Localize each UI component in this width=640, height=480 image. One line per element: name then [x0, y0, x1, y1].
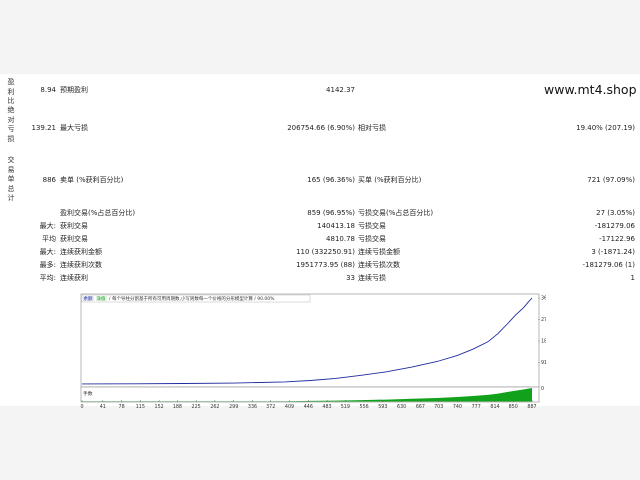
x-tick-label: 409 — [285, 404, 294, 410]
report-panel: www.mt4.shop 盈利比 绝对亏损 交易单总计 8.94 预期盈利 41… — [0, 74, 640, 410]
x-tick-label: 556 — [360, 404, 369, 410]
stats-row-prefix: 平均 — [42, 235, 56, 243]
stats-row-label2: 连续亏损次数 — [358, 261, 400, 269]
stats-row-label: 获利交易 — [60, 222, 88, 230]
side-label-total-trades: 交易单总计 — [7, 156, 15, 202]
stats-row-value: 110 (332250.91) — [296, 248, 355, 256]
stats-row-value: 1951773.95 (88) — [296, 261, 355, 269]
stats-row-label2: 连续亏损 — [358, 274, 386, 282]
x-tick-label: 777 — [472, 404, 481, 410]
stats-row-label: 获利交易 — [60, 235, 88, 243]
y-tick-label: 916464 — [541, 360, 546, 366]
stats-row-value: 859 (96.95%) — [307, 209, 355, 217]
x-tick-label: 887 — [527, 404, 536, 410]
legend-tab-balance-label: 余额 — [84, 295, 93, 302]
y-tick-label: 3665857 — [541, 296, 546, 302]
side-label-profit-ratio: 盈利比 — [7, 78, 15, 105]
main-plot-frame — [80, 293, 540, 388]
stats-row-prefix: 最大: — [39, 222, 56, 230]
row3-label: 卖单 (%获利百分比) — [60, 176, 124, 184]
legend-tab-equity-label: 净值 — [97, 295, 106, 302]
stats-row-prefix: 最大: — [39, 248, 56, 256]
stats-row-label: 连续获利次数 — [60, 261, 102, 269]
x-tick-label: 483 — [322, 404, 331, 410]
x-tick-label: 703 — [434, 404, 443, 410]
x-tick-label: 740 — [453, 404, 462, 410]
stats-row-label2: 亏损交易(%占总百分比) — [358, 209, 434, 217]
row1-left-value: 8.94 — [40, 86, 56, 94]
x-tick-label: 225 — [192, 404, 201, 410]
row1-value: 4142.37 — [326, 86, 355, 94]
stats-row-value: 33 — [346, 274, 355, 282]
x-tick-label: 850 — [509, 404, 518, 410]
x-tick-label: 814 — [490, 404, 499, 410]
row2-label2: 相对亏损 — [358, 124, 386, 132]
stats-row-value2: 3 (-1871.24) — [591, 248, 635, 256]
x-tick-label: 519 — [341, 404, 350, 410]
stats-row-label2: 亏损交易 — [358, 235, 386, 243]
legend-text: / 每个导柱分割基于所有可用周期数,小写则数每一个价格的分形模型计算 / 90.… — [109, 295, 275, 302]
stats-row-label2: 亏损交易 — [358, 222, 386, 230]
stats-row-value2: 1 — [630, 274, 635, 282]
row3-value: 165 (96.36%) — [307, 176, 355, 184]
stats-row-label: 盈利交易(%占总百分比) — [60, 209, 136, 217]
x-tick-label: 78 — [119, 404, 125, 410]
stats-row-label: 连续获利金额 — [60, 248, 102, 256]
stats-row-value: 4810.78 — [326, 235, 355, 243]
row2-label: 最大亏损 — [60, 124, 88, 132]
row2-value2: 19.40% (207.19) — [576, 124, 635, 132]
x-tick-label: 593 — [378, 404, 387, 410]
row3-value2: 721 (97.09%) — [587, 176, 635, 184]
x-tick-label: 667 — [416, 404, 425, 410]
stats-row-prefix: 最多: — [39, 261, 56, 269]
x-tick-label: 115 — [136, 404, 145, 410]
stats-row-prefix: 平均: — [39, 274, 56, 282]
x-tick-label: 41 — [100, 404, 106, 410]
y-tick-label: 2749392 — [541, 317, 546, 323]
row2-value: 206754.66 (6.90%) — [287, 124, 355, 132]
stats-row-value2: -17122.96 — [599, 235, 635, 243]
watermark: www.mt4.shop — [544, 82, 637, 97]
stats-row-value2: -181279.06 (1) — [582, 261, 635, 269]
x-tick-label: 630 — [397, 404, 406, 410]
x-tick-label: 299 — [229, 404, 238, 410]
balance-chart: 余额 净值 / 每个导柱分割基于所有可用周期数,小写则数每一个价格的分形模型计算… — [80, 290, 546, 410]
x-tick-label: 336 — [248, 404, 257, 410]
side-label-absolute-loss: 绝对亏损 — [7, 106, 15, 143]
stats-row-label: 连续获利 — [60, 274, 88, 282]
x-tick-label: 152 — [155, 404, 164, 410]
stats-row-value2: 27 (3.05%) — [596, 209, 635, 217]
x-tick-label: 446 — [304, 404, 313, 410]
x-tick-label: 262 — [210, 404, 219, 410]
lots-axis-zero: 0 — [541, 386, 544, 392]
stats-row-label2: 连续亏损金额 — [358, 248, 400, 256]
row3-label2: 买单 (%获利百分比) — [358, 176, 422, 184]
lots-panel-label: 手数 — [83, 390, 93, 397]
x-tick-label: 372 — [266, 404, 275, 410]
y-tick-label: 1832928 — [541, 339, 546, 345]
row2-left-value: 139.21 — [31, 124, 57, 132]
x-tick-label: 188 — [173, 404, 182, 410]
x-tick-label: 0 — [80, 404, 83, 410]
stats-row-value: 140413.18 — [317, 222, 355, 230]
stats-row-value2: -181279.06 — [594, 222, 635, 230]
row1-label: 预期盈利 — [60, 86, 88, 94]
row3-left-value: 886 — [42, 176, 56, 184]
